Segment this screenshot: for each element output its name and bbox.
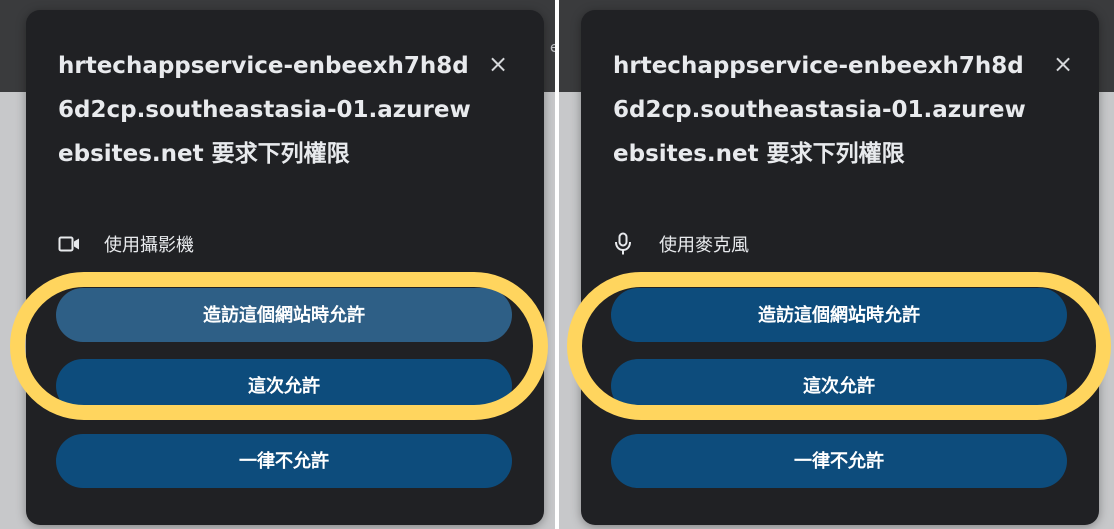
never-allow-button[interactable]: 一律不允許 xyxy=(56,434,512,488)
allow-this-time-button[interactable]: 這次允許 xyxy=(56,359,512,413)
permission-label: 使用攝影機 xyxy=(104,235,194,256)
allow-on-visit-button[interactable]: 造訪這個網站時允許 xyxy=(611,288,1067,342)
permission-row: 使用麥克風 xyxy=(613,230,749,258)
dialog-title: hrtechappservice-enbeexh7h8d6d2cp.southe… xyxy=(58,53,471,167)
permission-label: 使用麥克風 xyxy=(659,235,749,256)
close-icon[interactable]: × xyxy=(1049,50,1077,78)
microphone-icon xyxy=(613,230,641,258)
permission-dialog: hrtechappservice-enbeexh7h8d6d2cp.southe… xyxy=(581,10,1099,525)
never-allow-button[interactable]: 一律不允許 xyxy=(611,434,1067,488)
permission-dialog: hrtechappservice-enbeexh7h8d6d2cp.southe… xyxy=(26,10,544,525)
camera-permission-screenshot: e hrtechappservice-enbeexh7h8d6d2cp.sout… xyxy=(0,0,555,529)
allow-this-time-button[interactable]: 這次允許 xyxy=(611,359,1067,413)
close-icon[interactable]: × xyxy=(484,50,512,78)
page-peek-text: e xyxy=(550,40,555,56)
permission-row: 使用攝影機 xyxy=(58,230,194,258)
allow-on-visit-button[interactable]: 造訪這個網站時允許 xyxy=(56,288,512,342)
dialog-title: hrtechappservice-enbeexh7h8d6d2cp.southe… xyxy=(613,53,1026,167)
microphone-permission-screenshot: hrtechappservice-enbeexh7h8d6d2cp.southe… xyxy=(559,0,1114,529)
video-camera-icon xyxy=(58,230,86,258)
